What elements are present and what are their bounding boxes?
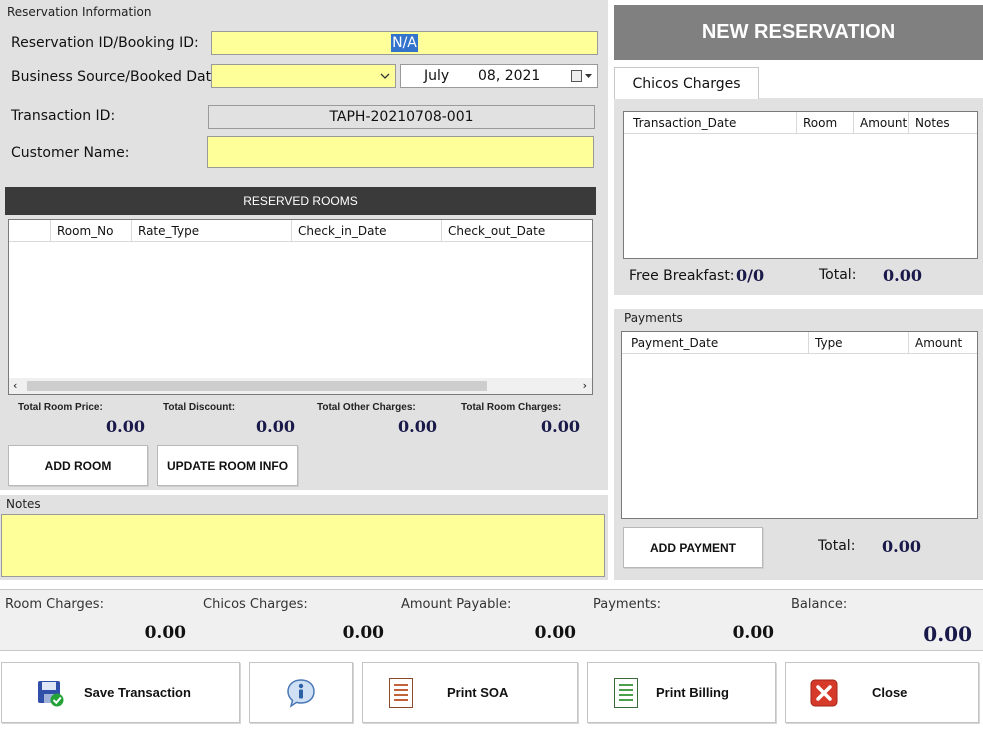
- chicos-charges-value: 0.00: [342, 623, 384, 643]
- save-transaction-label: Save Transaction: [84, 685, 191, 700]
- free-breakfast-label: Free Breakfast:: [629, 268, 735, 284]
- amount-payable-label: Amount Payable:: [401, 597, 512, 612]
- column-notes[interactable]: Notes: [909, 112, 977, 134]
- chicos-charges-table[interactable]: Transaction_Date Room Amount Notes: [623, 111, 978, 259]
- save-transaction-button[interactable]: Save Transaction: [1, 662, 240, 723]
- amount-payable-value: 0.00: [534, 623, 576, 643]
- column-type[interactable]: Type: [809, 332, 909, 354]
- charges-total-value: 0.00: [883, 266, 922, 285]
- column-check-out-date[interactable]: Check_out_Date: [442, 220, 592, 242]
- payments-label: Payments: [624, 311, 683, 325]
- total-room-price-value: 0.00: [106, 417, 145, 436]
- scroll-right-icon[interactable]: ›: [583, 378, 587, 394]
- room-charges-label: Room Charges:: [5, 597, 104, 612]
- close-icon: [810, 679, 838, 707]
- horizontal-scrollbar[interactable]: ‹ ›: [9, 378, 592, 394]
- reservation-info-label: Reservation Information: [7, 5, 152, 19]
- column-room-no[interactable]: Room_No: [51, 220, 132, 242]
- column-room[interactable]: Room: [797, 112, 854, 134]
- booked-date-day: 08, 2021: [478, 68, 541, 84]
- column-transaction-date[interactable]: Transaction_Date: [624, 112, 797, 134]
- total-room-charges-label: Total Room Charges:: [461, 402, 562, 413]
- rooms-table-header: Room_No Rate_Type Check_in_Date Check_ou…: [9, 220, 592, 242]
- balance-value: 0.00: [923, 622, 972, 646]
- column-payment-date[interactable]: Payment_Date: [622, 332, 809, 354]
- print-soa-label: Print SOA: [447, 685, 509, 700]
- charges-table-header: Transaction_Date Room Amount Notes: [624, 112, 977, 134]
- info-icon: [286, 678, 316, 708]
- reservation-id-value: N/A: [391, 34, 418, 52]
- document-icon: [389, 677, 413, 708]
- row-header-cell: [9, 220, 51, 242]
- total-discount-label: Total Discount:: [163, 402, 236, 413]
- payments-table-header: Payment_Date Type Amount: [622, 332, 977, 354]
- reservation-id-label: Reservation ID/Booking ID:: [11, 35, 199, 51]
- payments-total-value: 0.00: [882, 537, 921, 556]
- chevron-down-icon[interactable]: [380, 73, 390, 80]
- print-soa-button[interactable]: Print SOA: [362, 662, 578, 723]
- charges-total-label: Total:: [819, 267, 857, 283]
- save-disk-icon: [36, 679, 64, 707]
- business-source-label: Business Source/Booked Date:: [11, 69, 225, 85]
- total-room-charges-value: 0.00: [541, 417, 580, 436]
- total-discount-value: 0.00: [256, 417, 295, 436]
- column-check-in-date[interactable]: Check_in_Date: [292, 220, 442, 242]
- reservation-id-field[interactable]: N/A: [211, 31, 598, 55]
- room-charges-value: 0.00: [144, 623, 186, 643]
- update-room-info-button[interactable]: UPDATE ROOM INFO: [157, 445, 298, 486]
- business-source-select[interactable]: [211, 64, 396, 88]
- transaction-id-label: Transaction ID:: [11, 108, 116, 124]
- column-payment-amount[interactable]: Amount: [909, 332, 977, 354]
- payments-sum-label: Payments:: [593, 597, 662, 612]
- calendar-dropdown-icon[interactable]: [585, 74, 592, 79]
- spreadsheet-icon: [614, 677, 638, 708]
- close-label: Close: [872, 685, 908, 700]
- page-title: NEW RESERVATION: [614, 5, 983, 60]
- payments-sum-value: 0.00: [732, 623, 774, 643]
- chicos-charges-label: Chicos Charges:: [203, 597, 308, 612]
- payments-total-label: Total:: [818, 538, 856, 554]
- free-breakfast-value: 0/0: [736, 266, 765, 285]
- total-room-price-label: Total Room Price:: [18, 402, 103, 413]
- print-billing-label: Print Billing: [656, 685, 729, 700]
- balance-label: Balance:: [791, 597, 848, 612]
- close-button[interactable]: Close: [785, 662, 979, 723]
- scroll-left-icon[interactable]: ‹: [13, 378, 17, 394]
- info-button[interactable]: [249, 662, 353, 723]
- scrollbar-thumb[interactable]: [27, 381, 487, 391]
- column-amount[interactable]: Amount: [854, 112, 909, 134]
- payments-table[interactable]: Payment_Date Type Amount: [621, 331, 978, 519]
- tab-chicos-charges[interactable]: Chicos Charges: [614, 67, 759, 99]
- add-room-button[interactable]: ADD ROOM: [8, 445, 148, 486]
- print-billing-button[interactable]: Print Billing: [587, 662, 776, 723]
- reserved-rooms-header: RESERVED ROOMS: [5, 187, 596, 215]
- total-other-charges-label: Total Other Charges:: [317, 402, 416, 413]
- customer-name-label: Customer Name:: [11, 145, 130, 161]
- add-payment-button[interactable]: ADD PAYMENT: [623, 527, 763, 568]
- transaction-id-field: TAPH-20210708-001: [208, 105, 595, 129]
- notes-textarea[interactable]: [1, 514, 605, 577]
- booked-date-picker[interactable]: July 08, 2021: [400, 64, 598, 88]
- reserved-rooms-table[interactable]: Room_No Rate_Type Check_in_Date Check_ou…: [8, 219, 593, 395]
- column-rate-type[interactable]: Rate_Type: [132, 220, 292, 242]
- notes-label: Notes: [6, 497, 41, 511]
- total-other-charges-value: 0.00: [398, 417, 437, 436]
- calendar-icon[interactable]: [571, 70, 582, 82]
- customer-name-input[interactable]: [207, 136, 594, 168]
- booked-date-month: July: [424, 68, 450, 84]
